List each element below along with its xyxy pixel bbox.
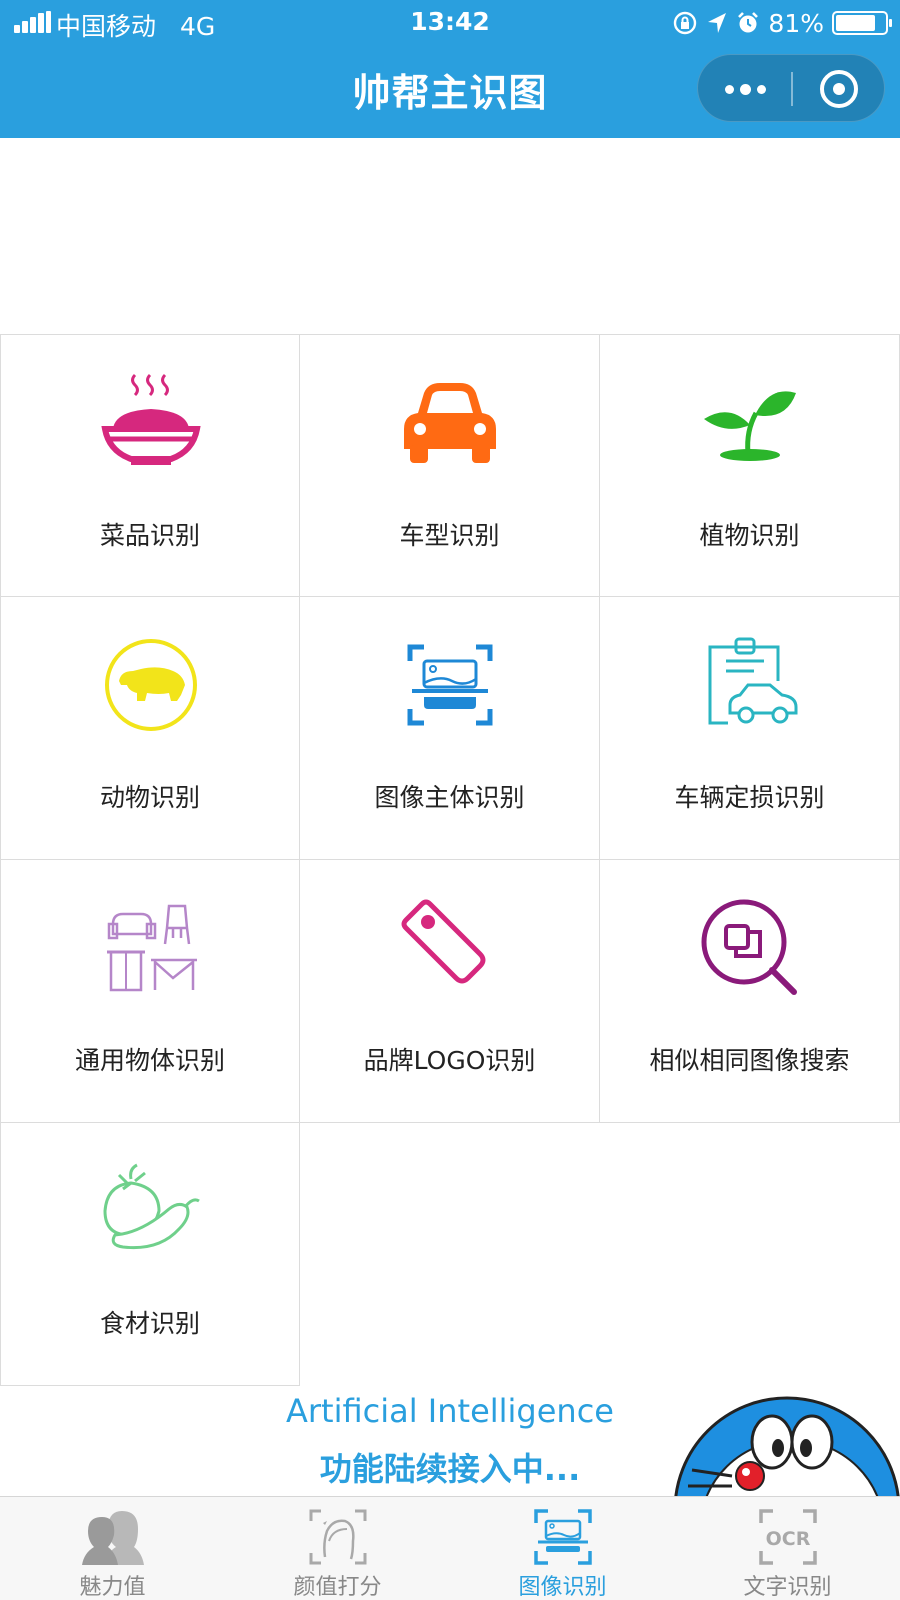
location-arrow-icon [708, 13, 727, 33]
tab-image-recognition[interactable]: 图像识别 [450, 1497, 675, 1600]
alarm-clock-icon [738, 12, 759, 33]
mini-program-capsule [697, 54, 885, 122]
grid-item-general-object[interactable]: 通用物体识别 [0, 860, 300, 1123]
plant-sprout-icon [704, 391, 796, 461]
tab-face-score[interactable]: 颜值打分 [225, 1497, 450, 1600]
vehicle-damage-clipboard-icon [708, 637, 798, 725]
grid-empty-cell [300, 1123, 600, 1386]
grid-empty-cell [600, 1123, 900, 1386]
battery-fill [836, 15, 875, 31]
grid-row: 动物识别 图像主体识别 车辆定损识别 [0, 597, 900, 860]
more-dot-icon [724, 84, 734, 94]
doraemon-mascot-icon [674, 1396, 900, 1496]
face-scan-icon [309, 1509, 366, 1565]
grid-item-car[interactable]: 车型识别 [300, 334, 600, 597]
tab-label: 颜值打分 [293, 1575, 382, 1600]
ai-banner: Artificial Intelligence 功能陆续接入中... [0, 1372, 900, 1496]
screen: 中国移动 4G 13:42 81% 帅帮主识图 菜品识别 车型识别 植物识别 动… [0, 0, 900, 1600]
grid-item-plant[interactable]: 植物识别 [600, 334, 900, 597]
grid-item-label: 食材识别 [99, 1309, 200, 1338]
grid-item-similar-image-search[interactable]: 相似相同图像搜索 [600, 860, 900, 1123]
grid-item-vehicle-damage[interactable]: 车辆定损识别 [600, 597, 900, 860]
grid-row: 菜品识别 车型识别 植物识别 [0, 334, 900, 597]
grid-item-animal[interactable]: 动物识别 [0, 597, 300, 860]
target-circle-icon [820, 70, 858, 108]
image-search-icon [701, 899, 797, 995]
tab-text-recognition[interactable]: OCR 文字识别 [675, 1497, 900, 1600]
tab-label: 文字识别 [743, 1575, 832, 1600]
tab-label: 图像识别 [518, 1575, 607, 1600]
orientation-lock-icon [674, 11, 697, 35]
couple-silhouette-icon [81, 1511, 144, 1565]
grid-item-ingredient[interactable]: 食材识别 [0, 1123, 300, 1386]
grid-item-label: 相似相同图像搜索 [649, 1046, 850, 1075]
bottom-tab-bar: 魅力值 颜值打分 图像识别 OCR 文字识别 [0, 1496, 900, 1600]
tab-charm[interactable]: 魅力值 [0, 1497, 225, 1600]
grid-row: 通用物体识别 品牌LOGO识别 相似相同图像搜索 [0, 860, 900, 1123]
more-menu-button[interactable] [698, 55, 792, 123]
svg-text:OCR: OCR [765, 1528, 810, 1550]
grid-item-label: 通用物体识别 [74, 1046, 225, 1075]
close-mini-program-button[interactable] [792, 55, 886, 123]
polar-bear-icon [105, 639, 197, 731]
grid-item-label: 动物识别 [99, 783, 200, 812]
top-bar: 中国移动 4G 13:42 81% 帅帮主识图 [0, 0, 900, 138]
battery-icon [832, 11, 892, 35]
grid-item-brand-logo[interactable]: 品牌LOGO识别 [300, 860, 600, 1123]
tab-label: 魅力值 [79, 1575, 146, 1600]
feature-grid: 菜品识别 车型识别 植物识别 动物识别 图像主体识别 车辆定损识别 通用物体识别… [0, 334, 900, 1386]
grid-item-label: 品牌LOGO识别 [363, 1046, 536, 1075]
car-icon [404, 383, 496, 463]
more-dot-icon [739, 83, 751, 95]
status-right: 81% [672, 7, 892, 39]
grid-item-label: 车辆定损识别 [674, 783, 825, 812]
grid-row: 食材识别 [0, 1123, 900, 1386]
ocr-icon: OCR [758, 1509, 817, 1565]
grid-item-image-subject[interactable]: 图像主体识别 [300, 597, 600, 860]
tag-icon [401, 899, 486, 984]
dish-icon [101, 373, 201, 465]
more-dot-icon [756, 84, 766, 94]
grid-item-label: 植物识别 [699, 521, 800, 550]
status-bar: 中国移动 4G 13:42 81% [0, 0, 900, 46]
furniture-icon [107, 904, 197, 992]
grid-item-label: 车型识别 [399, 521, 500, 550]
image-scan-icon [533, 1509, 592, 1565]
vegetables-icon [103, 1163, 200, 1250]
grid-item-dish[interactable]: 菜品识别 [0, 334, 300, 597]
battery-percent: 81% [768, 8, 824, 38]
image-scan-icon [407, 644, 493, 726]
grid-item-label: 菜品识别 [99, 521, 200, 550]
grid-item-label: 图像主体识别 [374, 783, 525, 812]
